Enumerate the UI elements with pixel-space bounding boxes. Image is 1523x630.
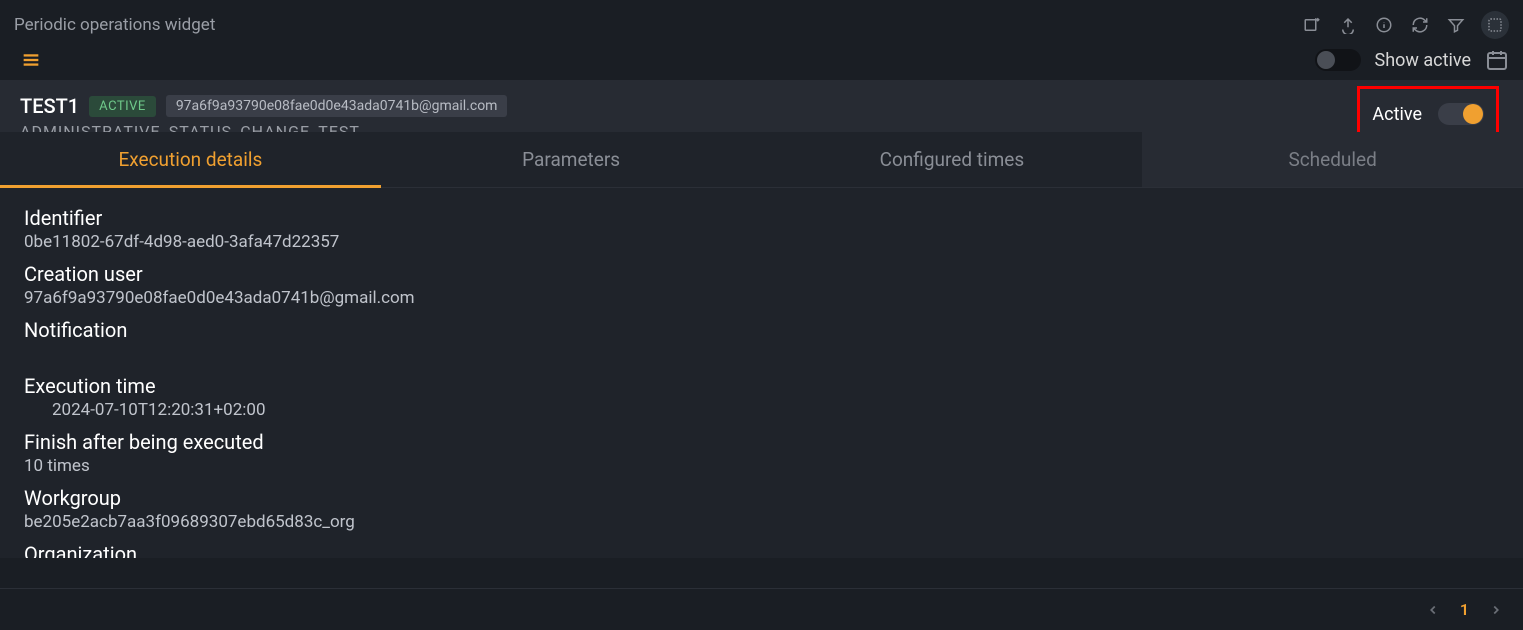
organization-label: Organization [24, 542, 1499, 558]
page-next-icon[interactable] [1489, 603, 1503, 617]
show-active-label: Show active [1375, 50, 1472, 71]
record-header: TEST1 ACTIVE 97a6f9a93790e08fae0d0e43ada… [0, 80, 1523, 132]
identifier-value: 0be11802-67df-4d98-aed0-3afa47d22357 [24, 232, 1499, 252]
finish-after-value: 10 times [24, 456, 1499, 476]
workgroup-value: be205e2acb7aa3f09689307ebd65d83c_org [24, 512, 1499, 532]
execution-time-value: 2024-07-10T12:20:31+02:00 [24, 400, 1499, 420]
info-icon[interactable] [1373, 14, 1395, 36]
creation-user-label: Creation user [24, 262, 1499, 286]
page-number[interactable]: 1 [1460, 600, 1469, 619]
page-prev-icon[interactable] [1426, 603, 1440, 617]
email-badge: 97a6f9a93790e08fae0d0e43ada0741b@gmail.c… [166, 95, 508, 117]
refresh-icon[interactable] [1409, 14, 1431, 36]
active-label: Active [1372, 104, 1422, 125]
filter-icon[interactable] [1445, 14, 1467, 36]
header-icon-bar [1301, 11, 1509, 39]
tab-execution-details[interactable]: Execution details [0, 132, 381, 187]
tab-configured-times[interactable]: Configured times [762, 132, 1143, 187]
creation-user-value: 97a6f9a93790e08fae0d0e43ada0741b@gmail.c… [24, 288, 1499, 308]
tab-parameters[interactable]: Parameters [381, 132, 762, 187]
calendar-icon[interactable] [1485, 48, 1509, 72]
active-toggle[interactable] [1438, 103, 1484, 125]
status-badge: ACTIVE [89, 96, 156, 117]
tab-scheduled[interactable]: Scheduled [1142, 132, 1523, 187]
upload-icon[interactable] [1337, 14, 1359, 36]
pagination-footer: 1 [0, 588, 1523, 630]
notification-value [24, 344, 1499, 364]
tab-bar: Execution details Parameters Configured … [0, 132, 1523, 188]
record-subtitle: ADMINISTRATIVE_STATUS_CHANGE_TEST [20, 122, 1503, 132]
identifier-label: Identifier [24, 206, 1499, 230]
finish-after-label: Finish after being executed [24, 430, 1499, 454]
show-active-toggle[interactable] [1315, 49, 1361, 71]
widget-title: Periodic operations widget [14, 15, 215, 35]
workgroup-label: Workgroup [24, 486, 1499, 510]
execution-time-label: Execution time [24, 374, 1499, 398]
record-name: TEST1 [20, 94, 79, 118]
layout-icon[interactable] [1481, 11, 1509, 39]
menu-icon[interactable] [20, 49, 42, 71]
export-icon[interactable] [1301, 14, 1323, 36]
notification-label: Notification [24, 318, 1499, 342]
details-panel: Identifier 0be11802-67df-4d98-aed0-3afa4… [0, 188, 1523, 558]
